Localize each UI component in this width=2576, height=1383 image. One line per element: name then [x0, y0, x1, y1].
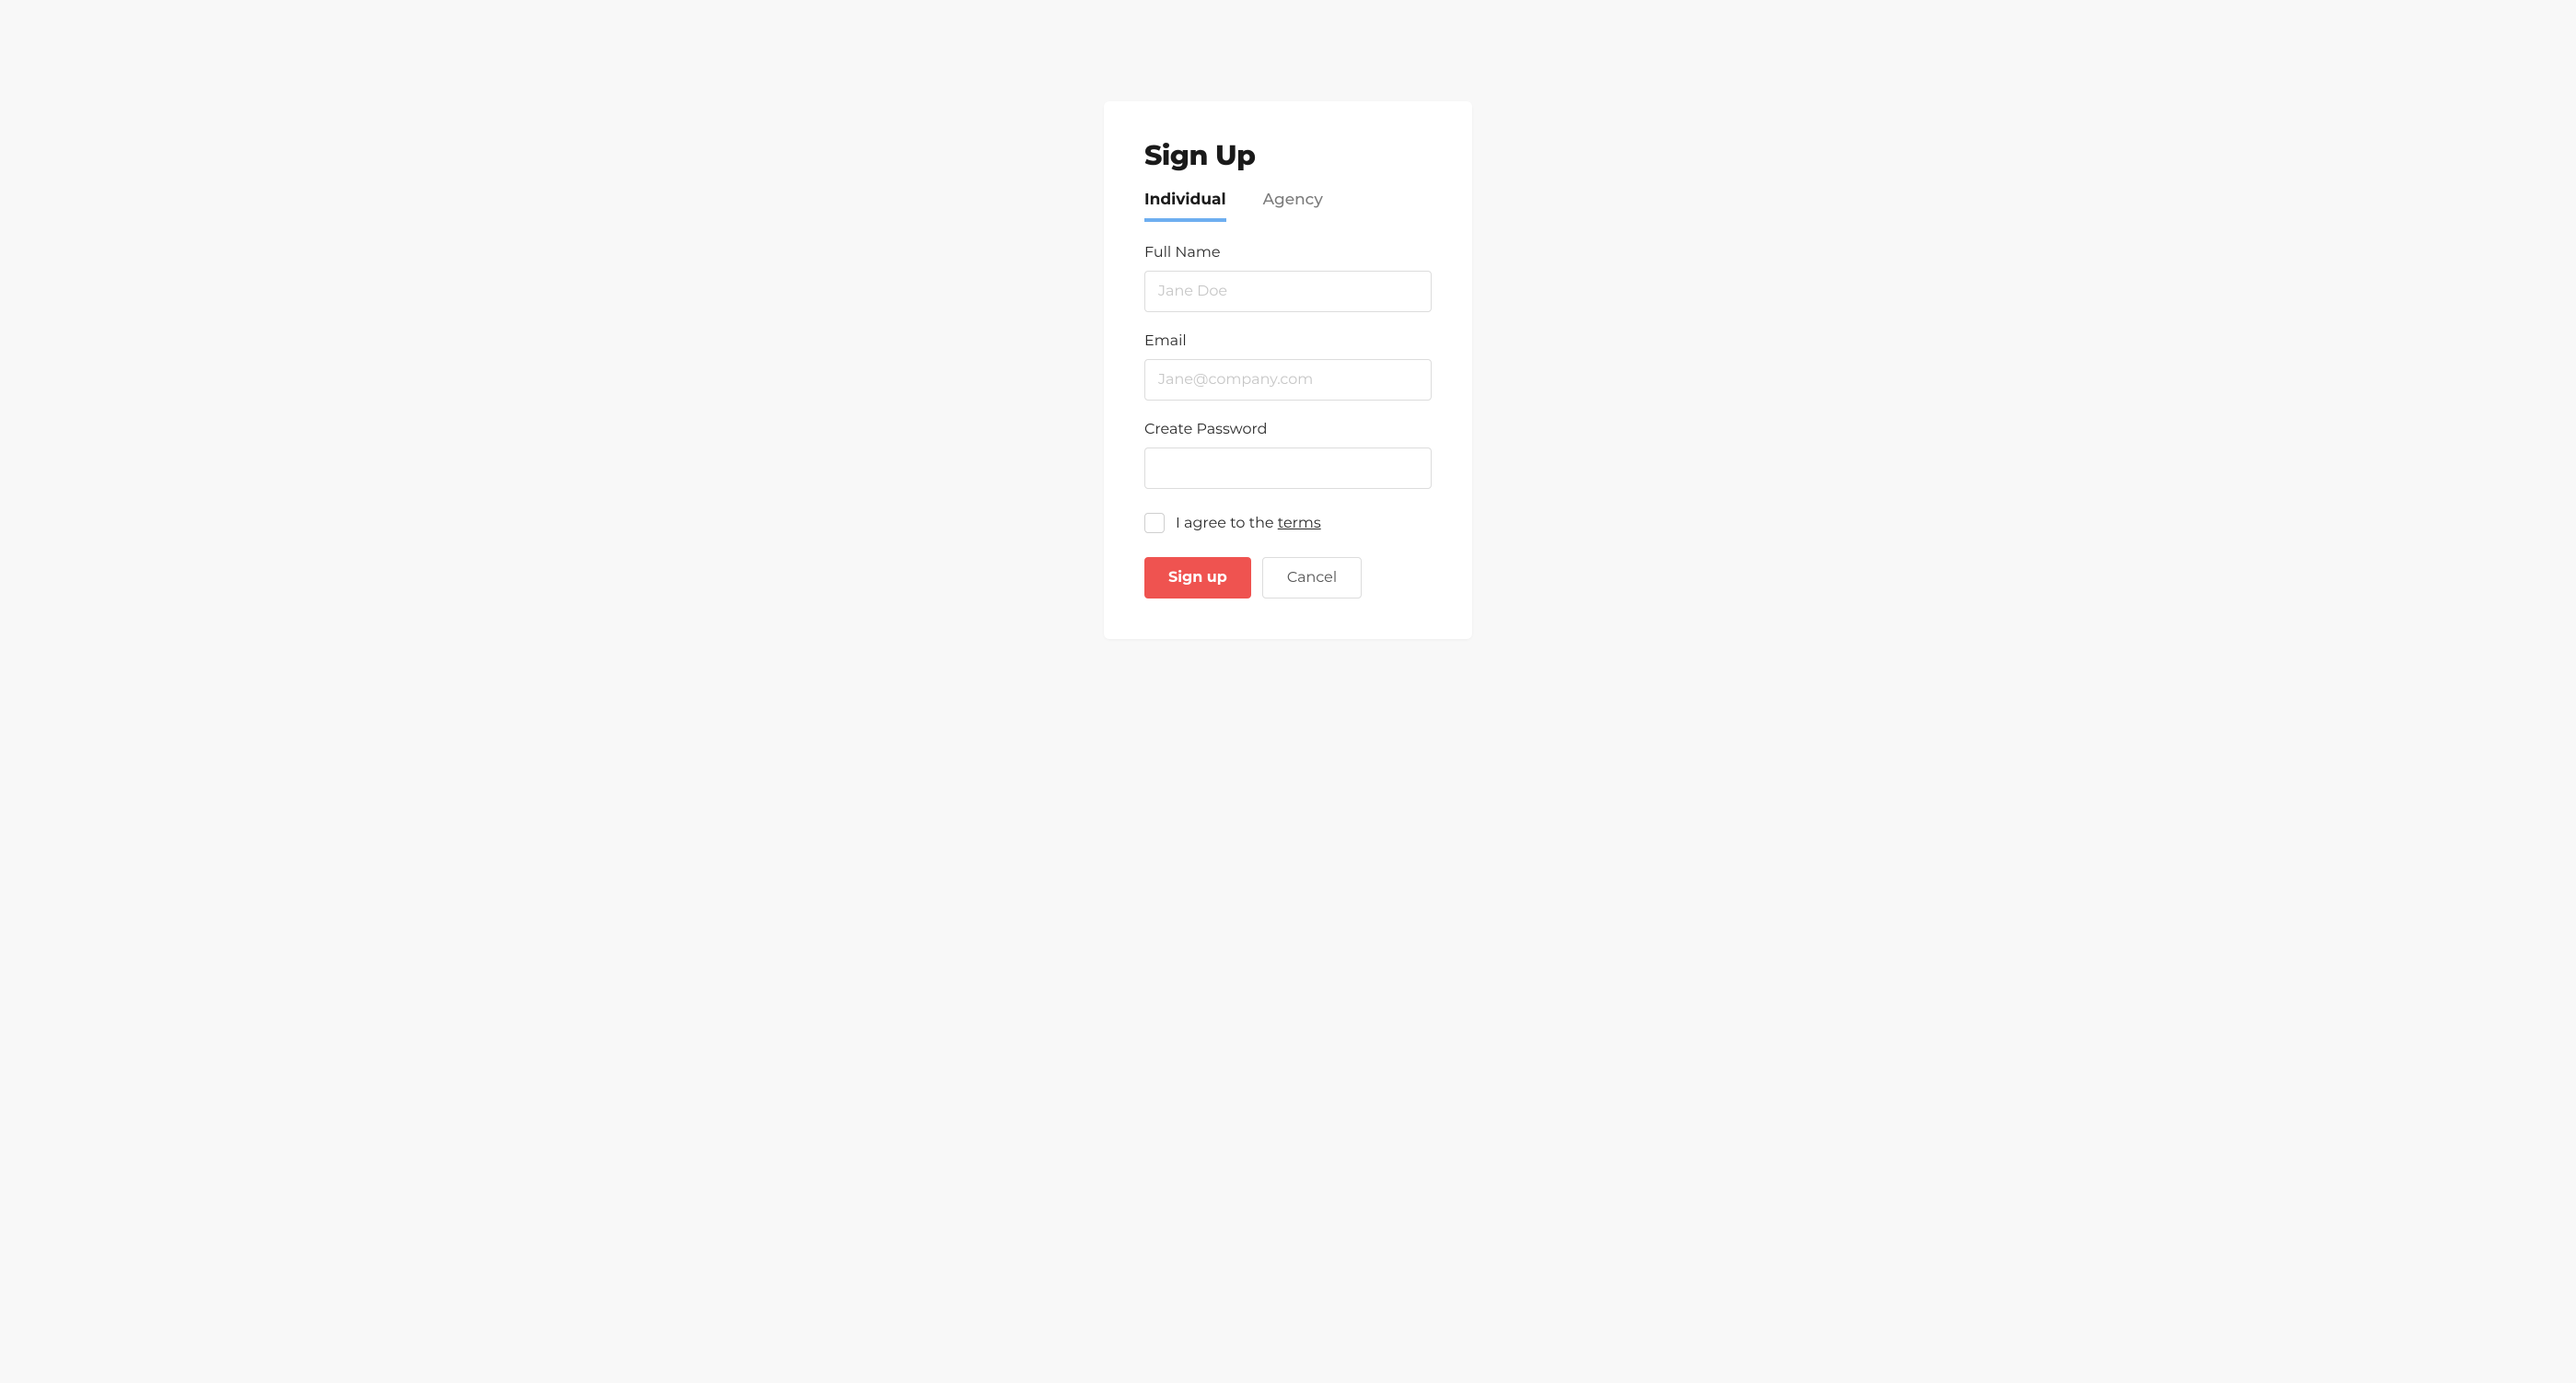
fullname-input[interactable]	[1144, 271, 1432, 312]
fullname-label: Full Name	[1144, 244, 1432, 261]
terms-label: I agree to the terms	[1176, 515, 1321, 532]
account-type-tabs: Individual Agency	[1144, 191, 1432, 222]
terms-prefix: I agree to the	[1176, 515, 1278, 532]
email-label: Email	[1144, 332, 1432, 350]
password-input[interactable]	[1144, 447, 1432, 489]
terms-row: I agree to the terms	[1144, 513, 1432, 533]
password-label: Create Password	[1144, 421, 1432, 438]
password-field: Create Password	[1144, 421, 1432, 489]
terms-link[interactable]: terms	[1278, 515, 1321, 532]
email-input[interactable]	[1144, 359, 1432, 401]
tab-agency[interactable]: Agency	[1263, 191, 1323, 222]
signup-card: Sign Up Individual Agency Full Name Emai…	[1104, 101, 1472, 639]
email-field: Email	[1144, 332, 1432, 401]
page-title: Sign Up	[1144, 138, 1432, 172]
signup-button[interactable]: Sign up	[1144, 557, 1251, 599]
terms-checkbox[interactable]	[1144, 513, 1165, 533]
fullname-field: Full Name	[1144, 244, 1432, 312]
button-row: Sign up Cancel	[1144, 557, 1432, 599]
cancel-button[interactable]: Cancel	[1262, 557, 1362, 599]
tab-individual[interactable]: Individual	[1144, 191, 1226, 222]
